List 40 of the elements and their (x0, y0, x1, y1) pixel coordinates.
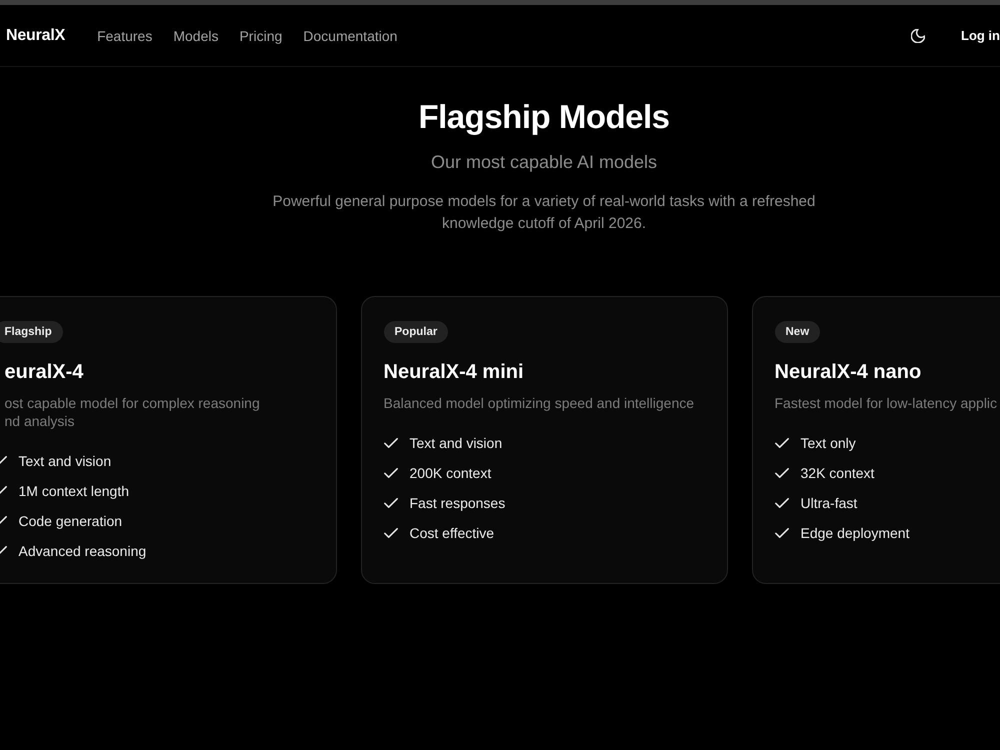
model-name: euralX-4 (4, 360, 84, 384)
feature-text: Text and vision (410, 434, 502, 452)
check-icon (774, 468, 788, 478)
feature-text: Advanced reasoning (18, 542, 146, 560)
model-tag: New (774, 321, 820, 343)
page-description: Powerful general purpose models for a variety of real-world tasks with a refreshed knowledge cutoff of April 2026. (272, 192, 816, 234)
nav-link[interactable]: Pricing (239, 28, 282, 44)
moon-icon (911, 28, 925, 42)
feature-text: Ultra-fast (800, 494, 858, 512)
check-icon (774, 528, 788, 538)
feature-text: Text only (800, 434, 856, 452)
model-description: ost capable model for complex reasoning nd analysis (4, 394, 261, 430)
check-icon (384, 498, 398, 508)
feature-text: 32K context (800, 464, 874, 482)
check-icon (774, 498, 788, 508)
check-icon (384, 468, 398, 478)
login-link[interactable]: Log in (961, 28, 1000, 43)
nav-link[interactable]: Models (173, 28, 218, 44)
page-title: Flagship Models (417, 97, 671, 137)
nav-link[interactable]: Features (97, 28, 152, 44)
feature-text: Cost effective (410, 524, 494, 542)
check-icon (384, 528, 398, 538)
brand-logo[interactable]: NeuralX (6, 26, 66, 44)
model-name: NeuralX-4 nano (774, 360, 922, 384)
feature-text: 1M context length (18, 482, 130, 500)
check-icon (384, 438, 398, 448)
feature-text: 200K context (410, 464, 492, 482)
feature-text: Code generation (18, 512, 122, 530)
model-name: NeuralX-4 mini (384, 360, 525, 384)
feature-text: Edge deployment (800, 524, 910, 542)
model-tag: Popular (384, 321, 448, 343)
page-subtitle: Our most capable AI models (430, 151, 658, 173)
feature-text: Text and vision (18, 452, 112, 470)
feature-text: Fast responses (410, 494, 506, 512)
model-description: Fastest model for low-latency applic (774, 394, 998, 412)
model-description: Balanced model optimizing speed and intelligence (384, 394, 696, 412)
model-tag: Flagship (0, 321, 63, 343)
nav-link[interactable]: Documentation (303, 28, 398, 44)
theme-toggle-button[interactable] (911, 28, 925, 42)
check-icon (774, 438, 788, 448)
